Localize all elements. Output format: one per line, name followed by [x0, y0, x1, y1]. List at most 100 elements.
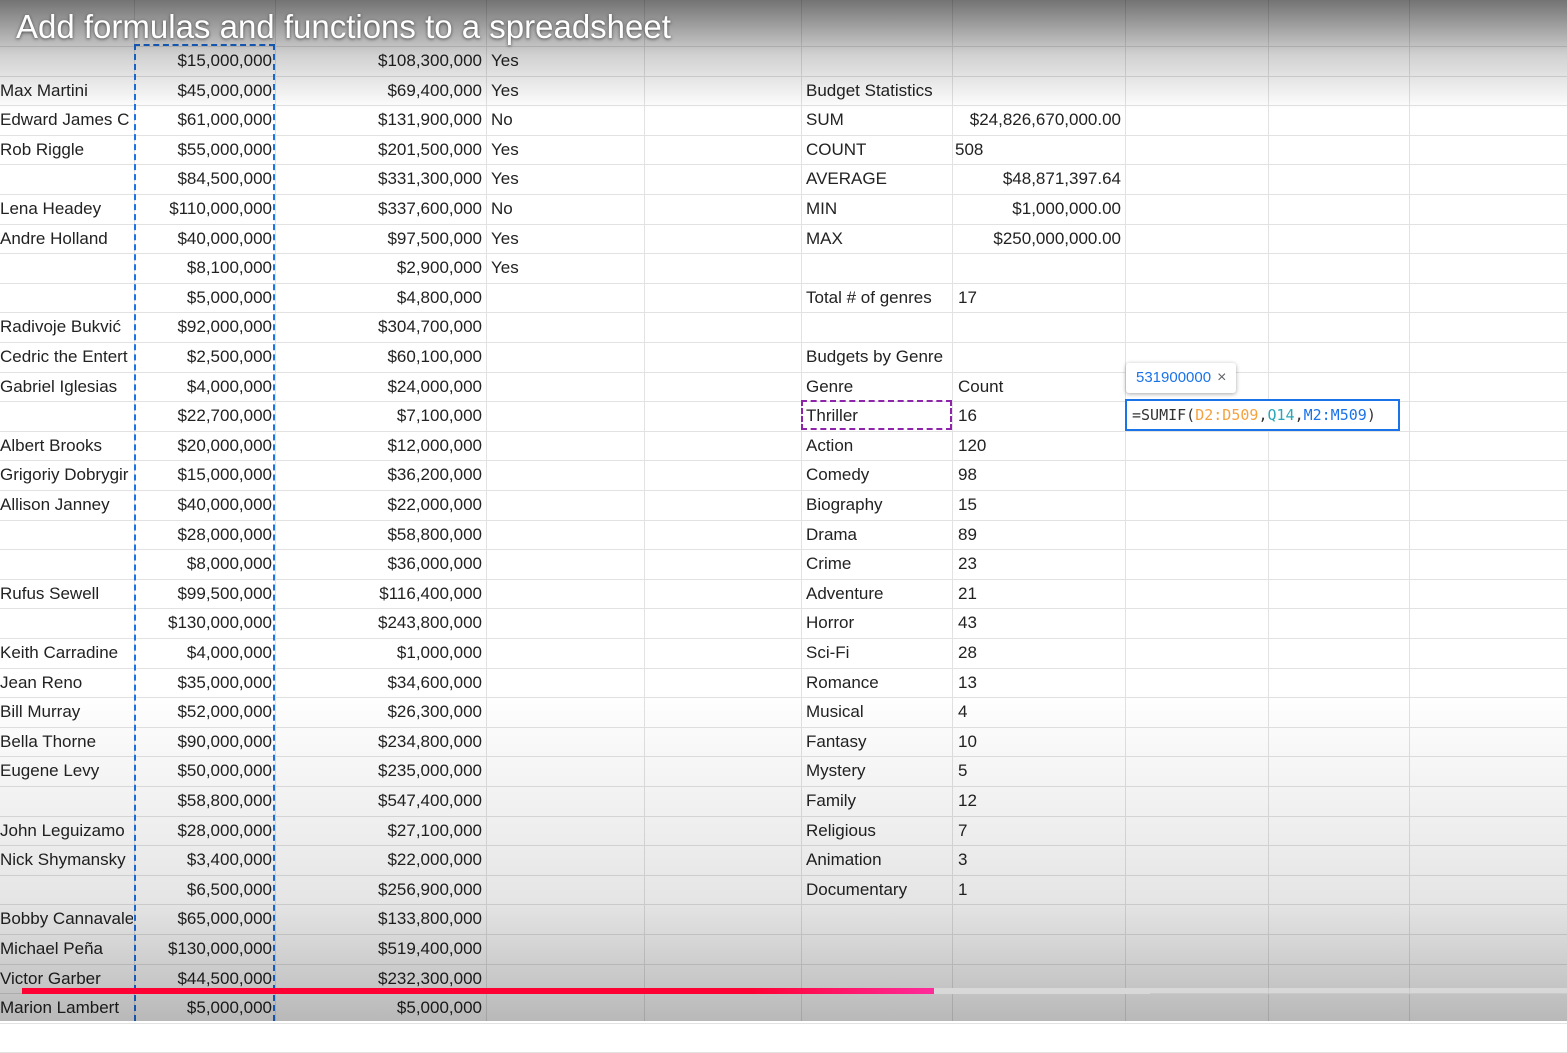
gross-cell[interactable]: $24,000,000 — [278, 372, 482, 401]
count-column-header[interactable]: Count — [958, 372, 1118, 401]
genre-cell[interactable]: Religious — [806, 816, 949, 845]
gross-cell[interactable]: $243,800,000 — [278, 608, 482, 637]
flag-cell[interactable] — [491, 904, 641, 933]
cast-name-cell[interactable] — [0, 283, 133, 312]
cast-name-cell[interactable]: John Leguizamo — [0, 816, 133, 845]
flag-cell[interactable] — [491, 460, 641, 489]
genre-cell[interactable]: Sci-Fi — [806, 638, 949, 667]
cast-name-cell[interactable]: Bella Thorne — [0, 727, 133, 756]
cast-name-cell[interactable]: Bobby Cannavale — [0, 904, 133, 933]
count-cell[interactable]: 21 — [958, 579, 1118, 608]
stat-label-cell[interactable]: MIN — [806, 194, 949, 223]
cast-name-cell[interactable]: Jean Reno — [0, 668, 133, 697]
cast-name-cell[interactable] — [0, 401, 133, 430]
genre-cell[interactable]: Animation — [806, 845, 949, 874]
total-genres-label[interactable]: Total # of genres — [806, 283, 949, 312]
gross-cell[interactable]: $519,400,000 — [278, 934, 482, 963]
cast-name-cell[interactable]: Bill Murray — [0, 697, 133, 726]
gross-cell[interactable]: $4,800,000 — [278, 283, 482, 312]
count-cell[interactable]: 4 — [958, 697, 1118, 726]
gross-cell[interactable]: $36,200,000 — [278, 460, 482, 489]
gross-cell[interactable]: $34,600,000 — [278, 668, 482, 697]
gross-cell[interactable]: $69,400,000 — [278, 76, 482, 105]
cast-name-cell[interactable]: Albert Brooks — [0, 431, 133, 460]
gross-cell[interactable]: $58,800,000 — [278, 520, 482, 549]
gross-cell[interactable]: $331,300,000 — [278, 164, 482, 193]
count-cell[interactable]: 12 — [958, 786, 1118, 815]
stat-label-cell[interactable]: COUNT — [806, 135, 949, 164]
flag-cell[interactable]: Yes — [491, 76, 641, 105]
gross-cell[interactable]: $201,500,000 — [278, 135, 482, 164]
flag-cell[interactable] — [491, 372, 641, 401]
flag-cell[interactable] — [491, 608, 641, 637]
count-cell[interactable]: 98 — [958, 460, 1118, 489]
cast-name-cell[interactable] — [0, 786, 133, 815]
cast-name-cell[interactable]: Cedric the Entert — [0, 342, 133, 371]
gross-cell[interactable]: $22,000,000 — [278, 845, 482, 874]
gross-cell[interactable]: $26,300,000 — [278, 697, 482, 726]
cast-name-cell[interactable]: Grigoriy Dobrygir — [0, 460, 133, 489]
budget-statistics-heading[interactable]: Budget Statistics — [806, 76, 1106, 105]
gross-cell[interactable]: $27,100,000 — [278, 816, 482, 845]
flag-cell[interactable] — [491, 756, 641, 785]
count-cell[interactable]: 3 — [958, 845, 1118, 874]
count-cell[interactable]: 1 — [958, 875, 1118, 904]
flag-cell[interactable]: No — [491, 194, 641, 223]
gross-cell[interactable]: $116,400,000 — [278, 579, 482, 608]
gross-cell[interactable]: $131,900,000 — [278, 105, 482, 134]
stat-value-cell[interactable]: $24,826,670,000.00 — [955, 105, 1121, 134]
budgets-by-genre-heading[interactable]: Budgets by Genre — [806, 342, 954, 371]
genre-cell[interactable]: Action — [806, 431, 949, 460]
flag-cell[interactable] — [491, 816, 641, 845]
stat-label-cell[interactable]: MAX — [806, 224, 949, 253]
flag-cell[interactable] — [491, 401, 641, 430]
gross-cell[interactable]: $97,500,000 — [278, 224, 482, 253]
flag-cell[interactable]: Yes — [491, 253, 641, 282]
close-icon[interactable]: × — [1217, 369, 1226, 386]
cast-name-cell[interactable]: Gabriel Iglesias — [0, 372, 133, 401]
stat-value-cell[interactable]: $1,000,000.00 — [955, 194, 1121, 223]
genre-cell[interactable]: Crime — [806, 549, 949, 578]
cast-name-cell[interactable]: Allison Janney — [0, 490, 133, 519]
flag-cell[interactable] — [491, 727, 641, 756]
genre-cell[interactable]: Comedy — [806, 460, 949, 489]
stat-label-cell[interactable]: AVERAGE — [806, 164, 949, 193]
genre-cell[interactable]: Adventure — [806, 579, 949, 608]
flag-cell[interactable]: Yes — [491, 46, 641, 75]
gross-cell[interactable]: $12,000,000 — [278, 431, 482, 460]
cast-name-cell[interactable]: Lena Headey — [0, 194, 133, 223]
cast-name-cell[interactable] — [0, 875, 133, 904]
cast-name-cell[interactable] — [0, 253, 133, 282]
count-cell[interactable]: 120 — [958, 431, 1118, 460]
genre-cell[interactable]: Documentary — [806, 875, 949, 904]
gross-cell[interactable]: $5,000,000 — [278, 993, 482, 1022]
flag-cell[interactable] — [491, 993, 641, 1022]
flag-cell[interactable] — [491, 668, 641, 697]
video-progress-bar[interactable] — [22, 988, 1567, 994]
flag-cell[interactable] — [491, 342, 641, 371]
gross-cell[interactable]: $108,300,000 — [278, 46, 482, 75]
count-cell[interactable]: 13 — [958, 668, 1118, 697]
flag-cell[interactable] — [491, 845, 641, 874]
count-cell[interactable]: 5 — [958, 756, 1118, 785]
count-cell[interactable]: 10 — [958, 727, 1118, 756]
cast-name-cell[interactable]: Michael Peña — [0, 934, 133, 963]
count-cell[interactable]: 43 — [958, 608, 1118, 637]
cast-name-cell[interactable]: Edward James C — [0, 105, 133, 134]
flag-cell[interactable] — [491, 431, 641, 460]
flag-cell[interactable] — [491, 875, 641, 904]
genre-cell[interactable]: Mystery — [806, 756, 949, 785]
cast-name-cell[interactable]: Rob Riggle — [0, 135, 133, 164]
flag-cell[interactable]: No — [491, 105, 641, 134]
flag-cell[interactable] — [491, 697, 641, 726]
stat-label-cell[interactable]: SUM — [806, 105, 949, 134]
flag-cell[interactable] — [491, 934, 641, 963]
genre-cell[interactable]: Drama — [806, 520, 949, 549]
genre-cell[interactable]: Biography — [806, 490, 949, 519]
gross-cell[interactable]: $133,800,000 — [278, 904, 482, 933]
flag-cell[interactable]: Yes — [491, 135, 641, 164]
flag-cell[interactable] — [491, 490, 641, 519]
count-cell[interactable]: 23 — [958, 549, 1118, 578]
gross-cell[interactable]: $2,900,000 — [278, 253, 482, 282]
flag-cell[interactable]: Yes — [491, 224, 641, 253]
